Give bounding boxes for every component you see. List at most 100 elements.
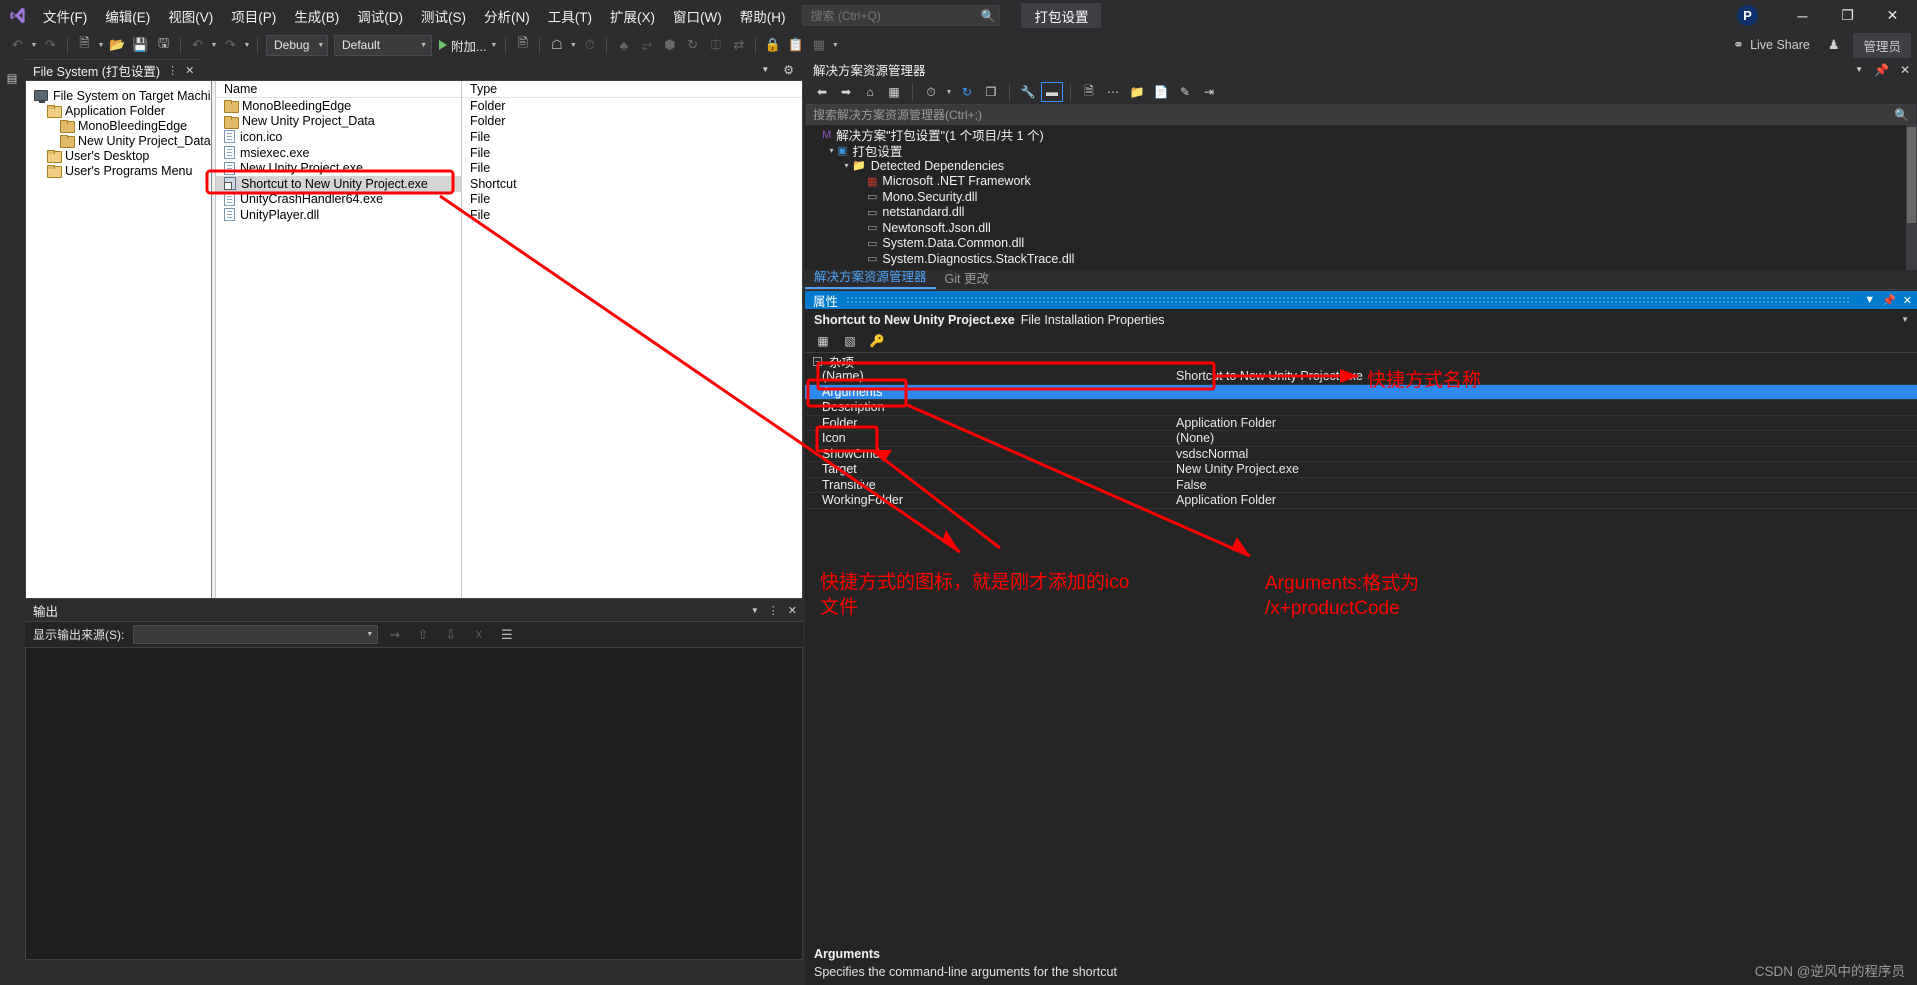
property-row[interactable]: Transitive False: [805, 478, 1917, 493]
property-value[interactable]: New Unity Project.exe: [1170, 462, 1917, 476]
save-all-icon[interactable]: 🖫: [152, 34, 175, 56]
pin-icon[interactable]: ⋮: [768, 604, 779, 617]
close-icon[interactable]: ✕: [1903, 294, 1912, 307]
redo-icon[interactable]: ↷: [219, 34, 242, 56]
grid-icon[interactable]: ▦: [807, 34, 830, 56]
sync-icon[interactable]: ⇄: [727, 34, 750, 56]
table-row[interactable]: File: [462, 207, 802, 223]
output-clear-icon[interactable]: ☓: [467, 624, 490, 646]
output-source-dropdown[interactable]: ▼: [133, 625, 379, 644]
expand-arrow-icon[interactable]: ▾: [826, 146, 837, 155]
new-project-dropdown-icon[interactable]: ▼: [96, 42, 106, 49]
close-icon[interactable]: ✕: [788, 604, 797, 617]
menu-item-window[interactable]: 窗口(W): [664, 0, 731, 31]
pin-icon[interactable]: ⋮: [167, 64, 178, 77]
expand-arrow-icon[interactable]: ▾: [841, 161, 852, 170]
object-browser-icon[interactable]: ⥂: [635, 34, 658, 56]
undo-icon[interactable]: ↶: [186, 34, 209, 56]
table-row[interactable]: UnityPlayer.dll: [216, 207, 461, 223]
minimize-button[interactable]: ─: [1780, 0, 1825, 31]
property-value[interactable]: Shortcut to New Unity Project.exe: [1170, 369, 1917, 383]
preview-selected-items-icon[interactable]: 🖹: [511, 34, 534, 56]
avatar[interactable]: P: [1737, 5, 1758, 26]
table-row[interactable]: New Unity Project_Data: [216, 114, 461, 130]
output-find-icon[interactable]: ⇝: [383, 624, 406, 646]
navigate-backward-icon[interactable]: ↶: [6, 34, 29, 56]
undo-dropdown-icon[interactable]: ▼: [209, 42, 219, 49]
table-row[interactable]: Folder: [462, 98, 802, 114]
table-row[interactable]: UnityCrashHandler64.exe: [216, 192, 461, 208]
output-text-area[interactable]: [25, 647, 803, 960]
quick-search-input[interactable]: [810, 8, 981, 23]
property-pages-icon[interactable]: 🔑: [866, 332, 888, 351]
menu-item-view[interactable]: 视图(V): [159, 0, 222, 31]
open-file-icon[interactable]: 📂: [106, 34, 129, 56]
output-next-icon[interactable]: ⇩: [439, 624, 462, 646]
attach-button[interactable]: 附加... ▼: [435, 34, 500, 56]
solution-explorer-node[interactable]: M 解决方案"打包设置"(1 个项目/共 1 个): [805, 127, 1917, 144]
solution-platform-dropdown[interactable]: Default ▼: [334, 34, 432, 56]
edit-project-file-icon[interactable]: ✎: [1174, 82, 1196, 102]
menu-item-project[interactable]: 项目(P): [222, 0, 285, 31]
new-project-icon[interactable]: 🗎: [73, 34, 96, 56]
solution-explorer-tabs[interactable]: 解决方案资源管理器 Git 更改: [805, 270, 1917, 290]
table-row[interactable]: Shortcut to New Unity Project.exe: [216, 175, 461, 192]
toolbox-tab-label[interactable]: ▤: [4, 71, 18, 86]
left-edge-dock[interactable]: ▤: [0, 59, 22, 619]
chevron-down-icon[interactable]: ▼: [1855, 65, 1863, 74]
table-row[interactable]: msiexec.exe: [216, 145, 461, 161]
solution-explorer-node[interactable]: ▭ System.Diagnostics.StackTrace.dll: [805, 251, 1917, 267]
close-button[interactable]: ✕: [1870, 0, 1915, 31]
property-value[interactable]: False: [1170, 478, 1917, 492]
solution-explorer-node[interactable]: ▭ Mono.Security.dll: [805, 189, 1917, 205]
copy-icon[interactable]: 📋: [784, 34, 807, 56]
restore-button[interactable]: ❐: [1825, 0, 1870, 31]
property-value[interactable]: vsdscNormal: [1170, 447, 1917, 461]
solution-configuration-dropdown[interactable]: Debug ▼: [266, 34, 328, 56]
collapse-all-icon[interactable]: ❐: [980, 82, 1002, 102]
menu-item-debug[interactable]: 调试(D): [348, 0, 412, 31]
table-row[interactable]: New Unity Project.exe: [216, 160, 461, 176]
tab-git-changes[interactable]: Git 更改: [936, 267, 998, 289]
solution-explorer-node[interactable]: ▭ System.Data.Common.dll: [805, 236, 1917, 252]
active-document-tab[interactable]: 打包设置: [1021, 3, 1102, 28]
table-row[interactable]: File: [462, 129, 802, 145]
home-icon[interactable]: ☖: [545, 34, 568, 56]
file-system-tree-node[interactable]: User's Desktop: [32, 148, 211, 163]
solution-view-icon[interactable]: ▦: [883, 82, 905, 102]
home-dropdown-icon[interactable]: ▼: [568, 42, 578, 49]
property-row[interactable]: Arguments: [805, 384, 1917, 400]
property-row[interactable]: (Name) Shortcut to New Unity Project.exe: [805, 369, 1917, 385]
table-row[interactable]: File: [462, 145, 802, 161]
table-row[interactable]: MonoBleedingEdge: [216, 98, 461, 114]
back-icon[interactable]: ⬅: [811, 82, 833, 102]
property-value[interactable]: Application Folder: [1170, 493, 1917, 507]
property-value[interactable]: (None): [1170, 431, 1917, 445]
close-icon[interactable]: ✕: [1900, 63, 1910, 77]
property-row[interactable]: Target New Unity Project.exe: [805, 462, 1917, 478]
file-system-tab[interactable]: File System (打包设置) ⋮ ✕: [25, 59, 201, 80]
chevron-down-icon[interactable]: ▼: [758, 65, 772, 74]
properties-category-row[interactable]: − 杂项: [805, 353, 1917, 370]
navigate-backward-dropdown-icon[interactable]: ▼: [29, 42, 39, 49]
file-system-list[interactable]: Name MonoBleedingEdge New Unity Project_D…: [216, 81, 802, 598]
table-row[interactable]: Shortcut: [462, 176, 802, 192]
redo-dropdown-icon[interactable]: ▼: [242, 42, 252, 49]
menu-item-test[interactable]: 测试(S): [412, 0, 475, 31]
forward-icon[interactable]: ➡: [835, 82, 857, 102]
dock-icon[interactable]: ⇥: [1198, 82, 1220, 102]
solution-explorer-node[interactable]: ▾ ▣ 打包设置: [805, 143, 1917, 159]
file-system-tree-node[interactable]: MonoBleedingEdge: [32, 118, 211, 133]
table-row[interactable]: Folder: [462, 114, 802, 130]
document-outline-icon[interactable]: 📄: [1150, 82, 1172, 102]
chevron-down-icon[interactable]: ▼: [1901, 315, 1917, 324]
properties-toolbar[interactable]: ▦ ▧ 🔑: [805, 330, 1917, 353]
menu-item-tools[interactable]: 工具(T): [539, 0, 601, 31]
navigate-forward-icon[interactable]: ↷: [39, 34, 62, 56]
file-system-tree-node[interactable]: User's Programs Menu: [32, 163, 211, 178]
show-all-files-icon[interactable]: ⋯: [1102, 82, 1124, 102]
toolbox-icon[interactable]: ⎅: [704, 34, 727, 56]
history-icon[interactable]: ⏱: [578, 34, 601, 56]
quick-search-box[interactable]: 🔍: [802, 5, 1001, 26]
chevron-down-icon[interactable]: ▼: [751, 606, 759, 615]
